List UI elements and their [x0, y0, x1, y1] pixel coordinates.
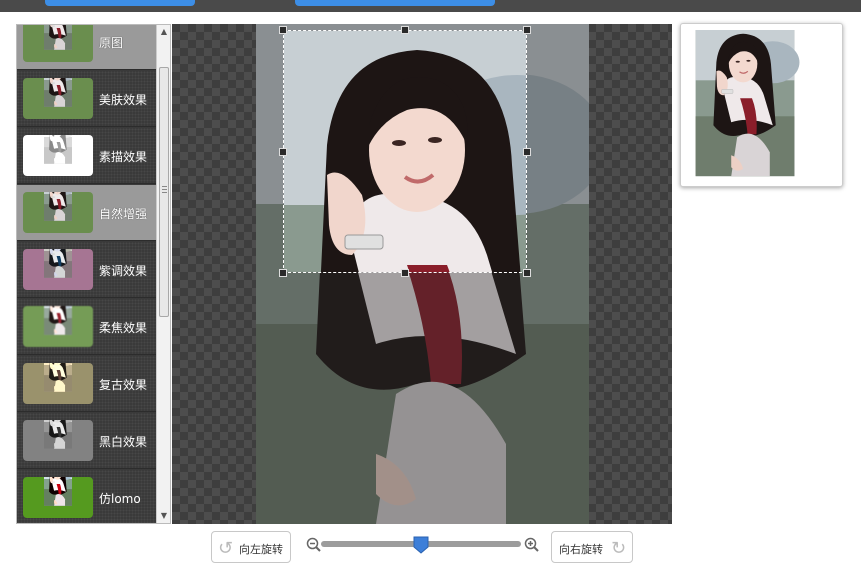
scroll-up-arrow-icon[interactable]: ▲ — [157, 25, 170, 39]
crop-handle-bottom-left[interactable] — [279, 269, 287, 277]
rotate-right-icon: ↻ — [611, 538, 627, 559]
crop-handle-top[interactable] — [401, 26, 409, 34]
effect-list: 原图 美肤效果 素描效果 自然增强 紫调效果 柔焦效果 复古效果 黑白效果 仿l… — [16, 24, 171, 524]
zoom-out-icon[interactable] — [306, 537, 322, 557]
effect-item-sketch[interactable]: 素描效果 — [17, 128, 156, 184]
effect-thumbnail — [23, 78, 93, 119]
scroll-down-arrow-icon[interactable]: ▼ — [157, 509, 170, 523]
effect-thumbnail — [23, 249, 93, 290]
crop-preview — [680, 23, 843, 187]
effect-label: 原图 — [99, 36, 124, 50]
top-button-right[interactable] — [295, 0, 495, 6]
effect-thumbnail — [23, 192, 93, 233]
rotate-left-icon: ↺ — [218, 538, 234, 559]
effect-thumbnail — [23, 25, 93, 62]
effect-thumbnail — [23, 420, 93, 461]
effect-label: 美肤效果 — [99, 93, 148, 107]
effect-item-original[interactable]: 原图 — [17, 25, 156, 70]
crop-handle-left[interactable] — [279, 148, 287, 156]
crop-handle-bottom[interactable] — [401, 269, 409, 277]
rotate-right-label: 向右旋转 — [559, 543, 603, 556]
zoom-in-icon[interactable] — [524, 537, 540, 557]
effect-label: 自然增强 — [99, 207, 148, 221]
effect-list-scrollbar[interactable]: ▲ ▼ — [156, 25, 170, 523]
effect-item-natural-enhance[interactable]: 自然增强 — [17, 185, 156, 241]
effect-item-purple[interactable]: 紫调效果 — [17, 242, 156, 298]
crop-handle-right[interactable] — [523, 148, 531, 156]
effect-thumbnail — [23, 135, 93, 176]
effect-label: 素描效果 — [99, 150, 148, 164]
effect-thumbnail — [23, 363, 93, 404]
zoom-slider-handle[interactable] — [413, 536, 429, 554]
scrollbar-thumb[interactable] — [159, 67, 169, 317]
grip-icon — [162, 186, 167, 194]
effect-item-vintage[interactable]: 复古效果 — [17, 356, 156, 412]
top-button-left[interactable] — [45, 0, 195, 6]
effect-label: 黑白效果 — [99, 435, 148, 449]
crop-preview-image — [687, 30, 836, 180]
crop-handle-top-right[interactable] — [523, 26, 531, 34]
crop-handle-top-left[interactable] — [279, 26, 287, 34]
top-bar — [0, 0, 861, 12]
effect-label: 复古效果 — [99, 378, 148, 392]
crop-selection[interactable] — [283, 30, 527, 273]
effect-label: 紫调效果 — [99, 264, 148, 278]
editor-canvas[interactable] — [172, 24, 672, 524]
effect-item-black-white[interactable]: 黑白效果 — [17, 413, 156, 469]
rotate-right-button[interactable]: 向右旋转 ↻ — [551, 531, 633, 563]
crop-selection-photo — [283, 30, 527, 273]
effect-label: 柔焦效果 — [99, 321, 148, 335]
effect-item-lomo[interactable]: 仿lomo — [17, 470, 156, 523]
effect-item-beauty[interactable]: 美肤效果 — [17, 71, 156, 127]
crop-handle-bottom-right[interactable] — [523, 269, 531, 277]
effect-thumbnail — [23, 477, 93, 518]
effect-label: 仿lomo — [99, 492, 141, 506]
rotate-left-button[interactable]: ↺ 向左旋转 — [211, 531, 291, 563]
effect-item-soft-focus[interactable]: 柔焦效果 — [17, 299, 156, 355]
rotate-left-label: 向左旋转 — [239, 543, 283, 556]
effect-thumbnail — [23, 306, 93, 347]
